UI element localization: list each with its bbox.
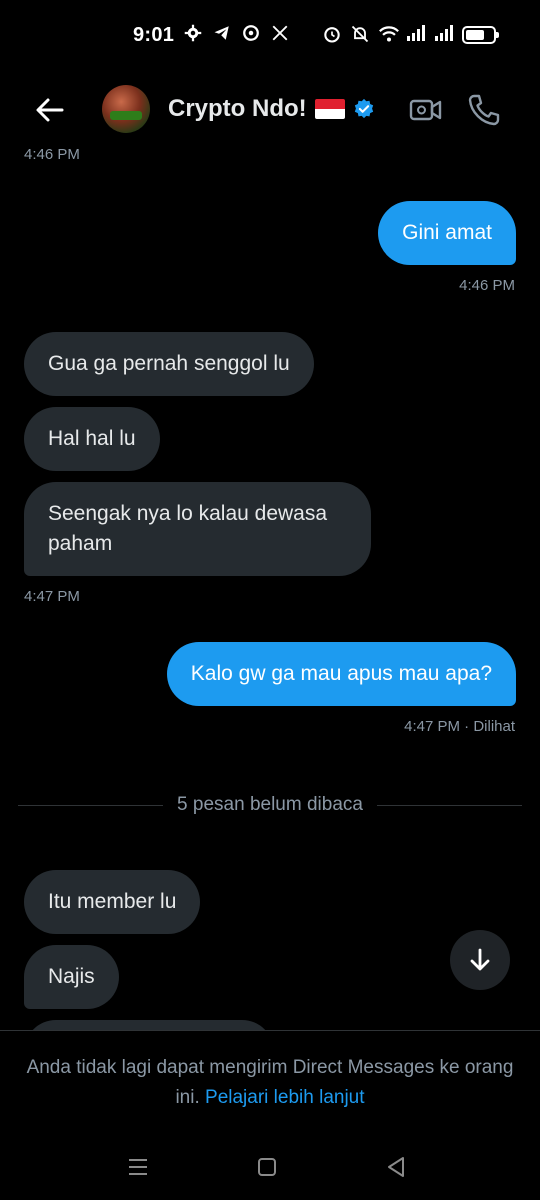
video-call-button[interactable] (408, 92, 444, 128)
status-time: 9:01 (133, 24, 175, 46)
contact-name: Crypto Ndo! (168, 95, 307, 122)
menu-icon (129, 1159, 147, 1175)
system-back-button[interactable] (386, 1156, 406, 1178)
home-button[interactable] (258, 1158, 276, 1176)
contact-name-row[interactable]: Crypto Ndo! (168, 95, 375, 123)
incoming-message[interactable]: Seengak nya lo kalau dewasa paham (24, 482, 371, 576)
arrow-down-icon (470, 948, 490, 971)
signal-icon (406, 24, 426, 46)
dm-disabled-notice: Anda tidak lagi dapat mengirim Direct Me… (0, 1030, 540, 1140)
voice-call-button[interactable] (466, 92, 502, 128)
status-bar: 9:01 (0, 0, 540, 72)
wifi-icon (378, 24, 399, 46)
recent-apps-button[interactable] (128, 1158, 148, 1176)
notice-text-block: Anda tidak lagi dapat mengirim Direct Me… (20, 1053, 520, 1113)
learn-more-link[interactable]: Pelajari lebih lanjut (205, 1087, 365, 1108)
unread-divider-label: 5 pesan belum dibaca (177, 794, 363, 815)
notification-icons (184, 24, 291, 46)
unread-divider: 5 pesan belum dibaca (18, 790, 523, 820)
message-timestamp: 4:46 PM (24, 146, 80, 163)
indonesia-flag-icon (314, 99, 345, 119)
signal-icon (434, 24, 454, 46)
message-timestamp: 4:46 PM (459, 277, 515, 294)
telegram-icon (213, 24, 233, 46)
back-button[interactable] (30, 90, 70, 130)
message-timestamp: 4:47 PM (24, 588, 80, 605)
message-list[interactable]: 4:46 PM Gini amat 4:46 PM Gua ga pernah … (0, 140, 540, 1030)
battery-icon (462, 26, 499, 44)
incoming-message[interactable]: Najis (24, 945, 119, 1009)
triangle-back-icon (388, 1157, 404, 1177)
scroll-to-bottom-button[interactable] (450, 930, 510, 990)
alarm-icon (322, 24, 342, 46)
verified-badge-icon (353, 98, 375, 120)
conversation-header: Crypto Ndo! (0, 72, 540, 148)
phone-icon (468, 94, 500, 126)
outgoing-message[interactable]: Kalo gw ga mau apus mau apa? (166, 642, 516, 706)
incoming-message[interactable]: Itu member lu (24, 870, 201, 934)
system-navigation-bar (0, 1140, 540, 1200)
divider-line (18, 804, 164, 806)
outgoing-message[interactable]: Gini amat (378, 201, 516, 265)
incoming-message[interactable]: Gua ga pernah senggol lu (24, 332, 314, 396)
dm-screen: 9:01 Crypto Ndo! 4:46 PM Gini amat 4:46 … (0, 0, 540, 1200)
message-timestamp: 4:47 PM · Dilihat (404, 718, 515, 735)
mute-icon (350, 24, 370, 46)
video-camera-icon (409, 99, 442, 121)
incoming-message[interactable] (24, 1020, 274, 1030)
arrow-left-icon (36, 98, 64, 122)
vpn-icon (242, 24, 262, 46)
divider-line (376, 804, 523, 806)
x-logo-icon (271, 24, 291, 46)
avatar[interactable] (102, 85, 150, 133)
system-icons (322, 24, 499, 46)
gear-icon (184, 24, 204, 46)
incoming-message[interactable]: Hal hal lu (24, 407, 160, 471)
avatar-badge (110, 111, 142, 120)
